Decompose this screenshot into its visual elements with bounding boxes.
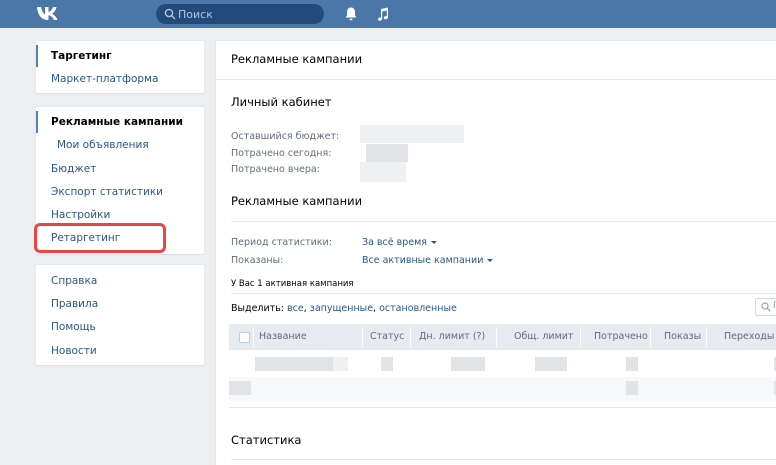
shown-dropdown[interactable]: Все активные кампании: [362, 255, 494, 266]
divider: [362, 327, 363, 347]
sidebar-item-ad-campaigns[interactable]: Рекламные кампании: [36, 111, 204, 133]
filter-stopped-link[interactable]: остановленные: [379, 303, 457, 314]
search-input[interactable]: [178, 5, 318, 23]
search-icon: [164, 8, 176, 20]
retargeting-highlight-frame: [34, 223, 166, 253]
music-icon[interactable]: [376, 6, 390, 22]
chevron-down-icon: [487, 259, 494, 262]
sidebar-item-help[interactable]: Помощь: [36, 316, 204, 338]
blurred-cell: [451, 357, 485, 371]
table-row[interactable]: [229, 377, 776, 401]
column-header-clicks[interactable]: Переходы: [724, 324, 774, 350]
sidebar-item-my-ads[interactable]: Мои объявления: [36, 134, 204, 156]
active-campaigns-count: У Вас 1 активная кампания: [231, 279, 354, 289]
blurred-cell: [626, 381, 638, 395]
blurred-value: [366, 144, 408, 162]
search-icon: [761, 302, 771, 312]
top-bar: [0, 0, 776, 28]
spent-yesterday-label: Потрачено вчера:: [231, 164, 320, 175]
period-value: За всё время: [362, 237, 427, 248]
divider: [253, 327, 254, 347]
remaining-budget-label: Оставшийся бюджет:: [231, 131, 340, 142]
blurred-cell: [229, 381, 251, 395]
selection-filter: Выделить: все, запущенные, остановленные: [231, 303, 457, 314]
sidebar-item-market-platform[interactable]: Маркет-платформа: [36, 68, 204, 90]
sidebar-item-budget[interactable]: Бюджет: [36, 158, 204, 180]
sidebar-item-rules[interactable]: Правила: [36, 293, 204, 315]
filter-all-link[interactable]: все: [287, 303, 304, 314]
divider: [706, 327, 707, 347]
filter-running-link[interactable]: запущенные: [310, 303, 373, 314]
column-header-total-limit[interactable]: Общ. лимит: [514, 324, 573, 350]
shown-label: Показаны:: [231, 255, 284, 266]
blurred-cell: [381, 357, 393, 371]
sidebar-item-targeting[interactable]: Таргетинг: [36, 45, 204, 67]
select-all-checkbox[interactable]: [239, 332, 250, 343]
divider: [216, 79, 776, 80]
sidebar-menu-help: Справка Правила Помощь Новости: [36, 265, 204, 365]
shown-value: Все активные кампании: [362, 255, 484, 266]
vk-logo-icon: [37, 7, 58, 20]
divider: [496, 327, 497, 347]
divider: [410, 327, 411, 347]
table-row[interactable]: [229, 353, 776, 377]
divider: [231, 221, 776, 222]
blurred-cell: [255, 357, 333, 371]
period-dropdown[interactable]: За всё время: [362, 237, 437, 248]
chevron-down-icon: [430, 241, 437, 244]
campaigns-section-title: Рекламные кампании: [231, 194, 363, 208]
campaigns-table-header: Название Статус Дн. лимит (?) Общ. лимит…: [229, 324, 776, 350]
column-header-impressions[interactable]: Показы: [664, 324, 701, 350]
column-header-daily-limit[interactable]: Дн. лимит (?): [419, 324, 485, 350]
sidebar-menu-main: Таргетинг Маркет-платформа: [36, 41, 204, 93]
blurred-value: [360, 162, 406, 182]
sidebar-item-stats-export[interactable]: Экспорт статистики: [36, 181, 204, 203]
period-label: Период статистики:: [231, 237, 332, 248]
blurred-cell: [626, 357, 638, 371]
blurred-cell: [333, 357, 348, 371]
spent-today-label: Потрачено сегодня:: [231, 148, 332, 159]
column-header-name[interactable]: Название: [259, 324, 307, 350]
divider: [229, 407, 776, 408]
sidebar-item-reference[interactable]: Справка: [36, 270, 204, 292]
cabinet-title: Личный кабинет: [231, 95, 332, 109]
column-header-status[interactable]: Статус: [370, 324, 404, 350]
column-header-spent[interactable]: Потрачено: [594, 324, 648, 350]
sidebar-item-news[interactable]: Новости: [36, 340, 204, 362]
blurred-value: [360, 125, 464, 143]
blurred-cell: [535, 357, 567, 371]
search-box[interactable]: [156, 4, 324, 24]
filter-prefix: Выделить:: [231, 303, 285, 314]
bell-icon[interactable]: [344, 6, 358, 22]
divider: [580, 327, 581, 347]
divider: [231, 293, 776, 294]
divider: [650, 327, 651, 347]
vk-logo[interactable]: [36, 5, 62, 23]
statistics-title: Статистика: [231, 433, 302, 447]
divider: [231, 459, 776, 460]
main-panel: Рекламные кампании Личный кабинет Оставш…: [216, 41, 776, 465]
page-title: Рекламные кампании: [231, 52, 363, 66]
campaign-filter-search[interactable]: П: [755, 298, 776, 316]
